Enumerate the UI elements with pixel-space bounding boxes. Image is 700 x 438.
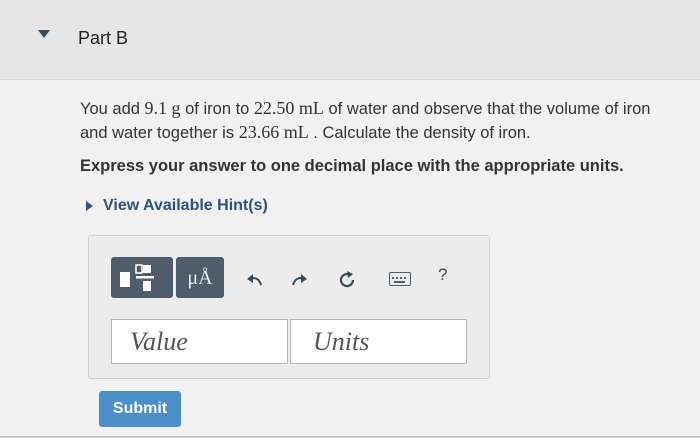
part-title: Part B — [78, 28, 129, 48]
water-volume-value: 22.50 mL — [253, 98, 324, 118]
keyboard-keys-icon — [392, 277, 406, 283]
question-text-1: You add — [80, 100, 145, 118]
question-text-4: . Calculate the density of iron. — [308, 124, 531, 142]
caret-right-icon — [86, 201, 93, 211]
keyboard-icon[interactable] — [389, 272, 411, 286]
units-template-label: μÅ — [187, 267, 213, 289]
answer-instruction: Express your answer to one decimal place… — [80, 157, 624, 175]
part-header[interactable]: Part B — [0, 0, 700, 80]
question-text: You add 9.1 g of iron to 22.50 mL of wat… — [80, 97, 680, 145]
fraction-template-button[interactable] — [111, 257, 173, 298]
help-icon[interactable]: ? — [438, 265, 447, 285]
caret-down-icon[interactable] — [38, 30, 50, 38]
units-input[interactable]: Units — [290, 319, 467, 364]
redo-icon[interactable] — [289, 272, 309, 288]
reset-icon[interactable] — [336, 269, 358, 291]
answer-box: μÅ ? Value Units — [88, 235, 490, 379]
undo-icon[interactable] — [245, 272, 265, 288]
total-volume-value: 23.66 mL — [238, 122, 309, 142]
submit-button[interactable]: Submit — [99, 391, 181, 427]
question-text-2: of iron to — [180, 100, 254, 118]
mass-value: 9.1 g — [144, 98, 181, 118]
view-hints-label: View Available Hint(s) — [103, 197, 268, 214]
value-input[interactable]: Value — [111, 319, 288, 364]
fraction-template-icon — [120, 264, 154, 291]
view-hints-link[interactable]: View Available Hint(s) — [86, 197, 268, 215]
